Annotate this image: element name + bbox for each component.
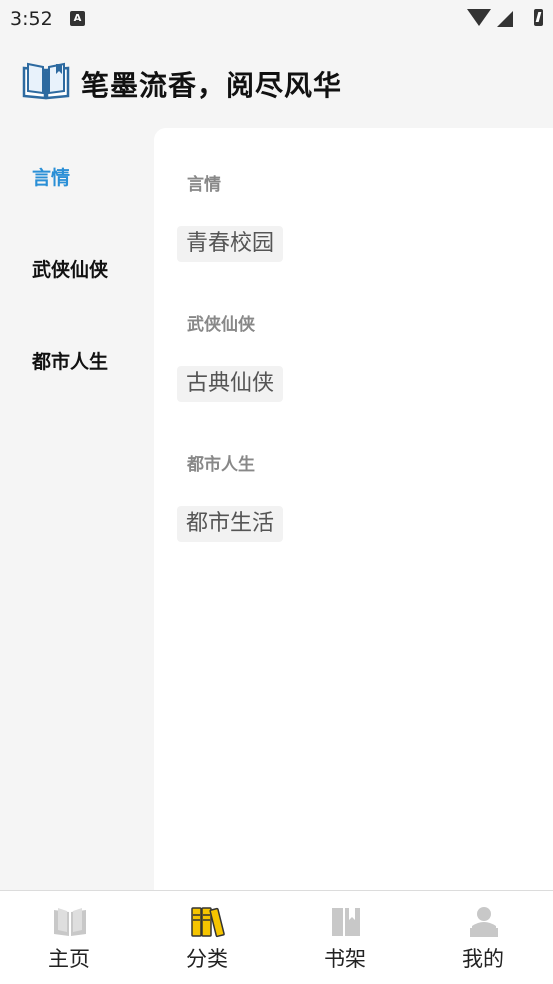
subcategory-panel: 言情 青春校园 武侠仙侠 古典仙侠 都市人生 都市生活: [154, 128, 553, 890]
app-header: 笔墨流香，阅尽风华: [0, 38, 553, 128]
nav-category[interactable]: 分类: [138, 891, 276, 984]
nav-category-label: 分类: [186, 947, 228, 971]
category-sidebar: 言情 武侠仙侠 都市人生: [0, 128, 154, 890]
wifi-icon: [467, 9, 491, 26]
nav-home[interactable]: 主页: [0, 891, 138, 984]
battery-icon: [534, 9, 543, 26]
book-icon: [54, 908, 86, 936]
tag-urban-life[interactable]: 都市生活: [177, 506, 284, 542]
category-item-romance[interactable]: 言情: [32, 163, 70, 190]
nav-profile[interactable]: 我的: [414, 891, 552, 984]
section-title-wuxia: 武侠仙侠: [187, 315, 255, 335]
status-time: 3:52: [10, 8, 53, 30]
nav-bookshelf[interactable]: 书架: [276, 891, 414, 984]
category-books-icon: [191, 907, 225, 938]
bookshelf-icon: [332, 908, 360, 936]
category-item-wuxia[interactable]: 武侠仙侠: [32, 255, 108, 282]
section-title-urban: 都市人生: [187, 455, 255, 475]
open-book-icon: [22, 62, 70, 100]
profile-icon: [470, 907, 498, 937]
status-bar: 3:52 A: [0, 0, 553, 38]
tag-classic-xianxia[interactable]: 古典仙侠: [177, 366, 284, 402]
signal-icon: [497, 11, 513, 27]
section-title-romance: 言情: [187, 175, 221, 195]
app-title: 笔墨流香，阅尽风华: [81, 69, 343, 102]
category-item-urban[interactable]: 都市人生: [32, 347, 108, 374]
nav-bookshelf-label: 书架: [324, 947, 366, 971]
nav-profile-label: 我的: [462, 947, 504, 971]
tag-campus[interactable]: 青春校园: [177, 226, 284, 262]
bottom-navigation: 主页 分类 书架 我的: [0, 890, 553, 984]
nav-home-label: 主页: [48, 947, 90, 971]
notification-a-icon: A: [70, 11, 85, 26]
